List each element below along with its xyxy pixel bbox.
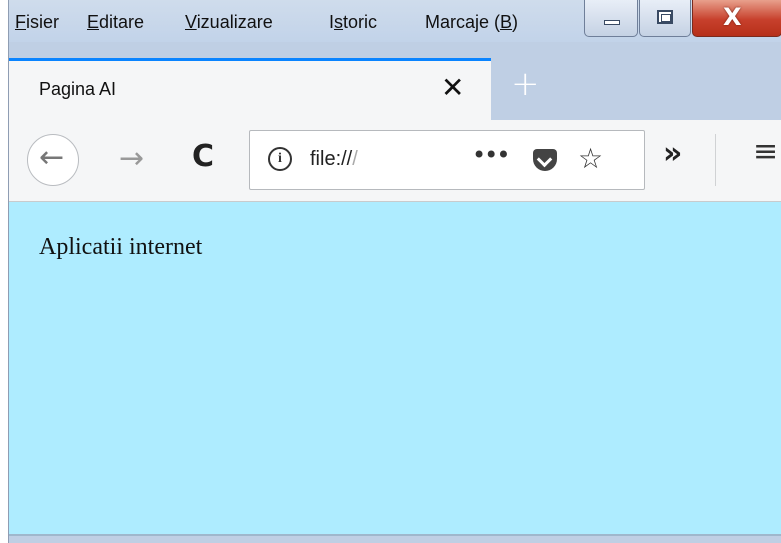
forward-arrow-icon[interactable]: → <box>119 141 144 176</box>
minimize-icon <box>604 20 620 25</box>
reload-icon[interactable]: C <box>192 139 214 174</box>
desktop-edge <box>0 0 8 543</box>
menu-file[interactable]: Fisier <box>15 12 59 33</box>
bookmark-star-icon[interactable]: ☆ <box>578 142 603 175</box>
page-heading-text: Aplicatii internet <box>39 234 203 260</box>
tab-active[interactable]: Pagina AI ✕ <box>9 58 491 122</box>
tab-close-icon[interactable]: ✕ <box>441 71 464 104</box>
browser-window: Fisier Editare Vizualizare Istoric Marca… <box>8 0 781 543</box>
overflow-chevron-icon[interactable]: » <box>663 136 682 171</box>
url-text[interactable]: file:/// <box>310 148 358 171</box>
tab-title: Pagina AI <box>39 79 117 99</box>
hamburger-menu-icon[interactable]: ≡ <box>753 134 778 169</box>
maximize-icon <box>657 10 673 24</box>
minimize-button[interactable] <box>584 0 638 37</box>
tab-strip: Pagina AI ✕ + <box>9 50 781 122</box>
back-arrow-icon: ← <box>39 140 65 175</box>
page-content: Aplicatii internet <box>9 202 781 536</box>
menu-history[interactable]: Istoric <box>329 12 377 33</box>
pocket-icon[interactable] <box>533 149 557 171</box>
maximize-button[interactable] <box>639 0 691 37</box>
menu-bookmarks[interactable]: Marcaje (B) <box>425 12 518 33</box>
toolbar-divider <box>715 134 716 186</box>
back-button[interactable]: ← <box>27 134 79 186</box>
page-actions-icon[interactable]: ••• <box>472 141 510 169</box>
window-close-button[interactable]: X <box>692 0 781 37</box>
url-bar[interactable]: i file:/// ••• ☆ <box>249 130 645 190</box>
menu-bar: Fisier Editare Vizualizare Istoric Marca… <box>9 0 781 42</box>
menu-edit[interactable]: Editare <box>87 12 144 33</box>
menu-view[interactable]: Vizualizare <box>185 12 273 33</box>
info-icon[interactable]: i <box>268 147 292 171</box>
close-icon: X <box>723 3 742 31</box>
new-tab-icon[interactable]: + <box>511 64 540 104</box>
navigation-toolbar: ← → C i file:/// ••• ☆ » ≡ <box>9 120 781 202</box>
